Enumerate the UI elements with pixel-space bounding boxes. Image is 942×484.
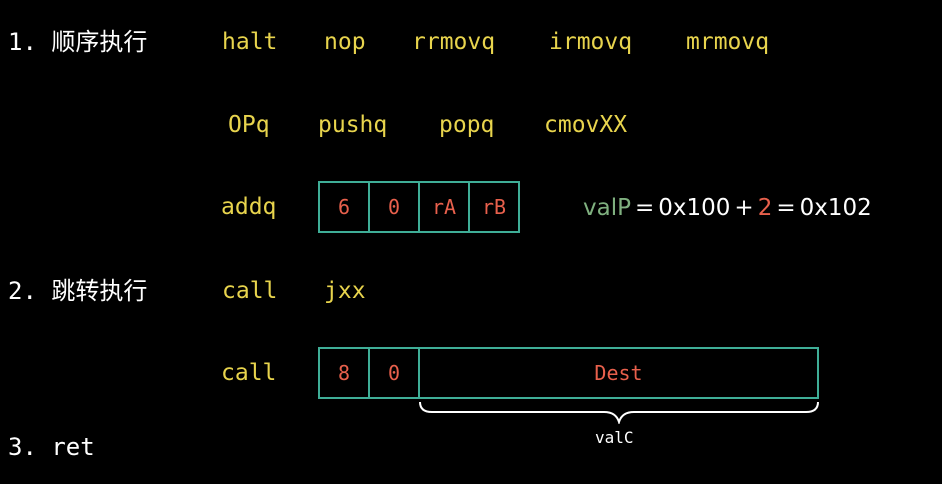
addq-field-icode: 6 (318, 181, 370, 233)
instruction-irmovq: irmovq (549, 29, 633, 55)
equals-sign: = (634, 195, 655, 221)
valp-formula: valP = 0x100 +2 = 0x102 (583, 193, 872, 223)
instruction-halt: halt (222, 29, 278, 55)
addq-field-rb: rB (468, 181, 520, 233)
instruction-popq: popq (439, 112, 495, 138)
instruction-rrmovq: rrmovq (412, 29, 496, 55)
result-address: 0x102 (799, 195, 872, 221)
instruction-mrmovq: mrmovq (686, 29, 770, 55)
instruction-opq: OPq (228, 112, 270, 138)
section-label-jump: 2. 跳转执行 (8, 277, 148, 305)
valc-label: valC (595, 428, 634, 447)
valc-brace-icon (419, 401, 819, 424)
instruction-nop: nop (324, 29, 366, 55)
section-label-ret: 3. ret (8, 433, 95, 461)
instruction-call-encoding: call (221, 360, 277, 386)
section-label-sequential: 1. 顺序执行 (8, 28, 148, 56)
plus-sign: + (734, 195, 754, 221)
instruction-jxx: jxx (324, 278, 366, 304)
equals-sign: = (776, 195, 796, 221)
call-field-icode: 8 (318, 347, 370, 399)
instruction-pushq: pushq (318, 112, 388, 138)
instruction-length: 2 (757, 195, 773, 221)
instruction-cmovxx: cmovXX (544, 112, 628, 138)
addq-field-ifun: 0 (368, 181, 420, 233)
call-field-ifun: 0 (368, 347, 420, 399)
addq-field-ra: rA (418, 181, 470, 233)
call-field-dest: Dest (418, 347, 819, 399)
valp-symbol: valP (583, 195, 631, 221)
instruction-call: call (222, 278, 278, 304)
base-address: 0x100 (658, 195, 731, 221)
instruction-addq: addq (221, 194, 277, 220)
